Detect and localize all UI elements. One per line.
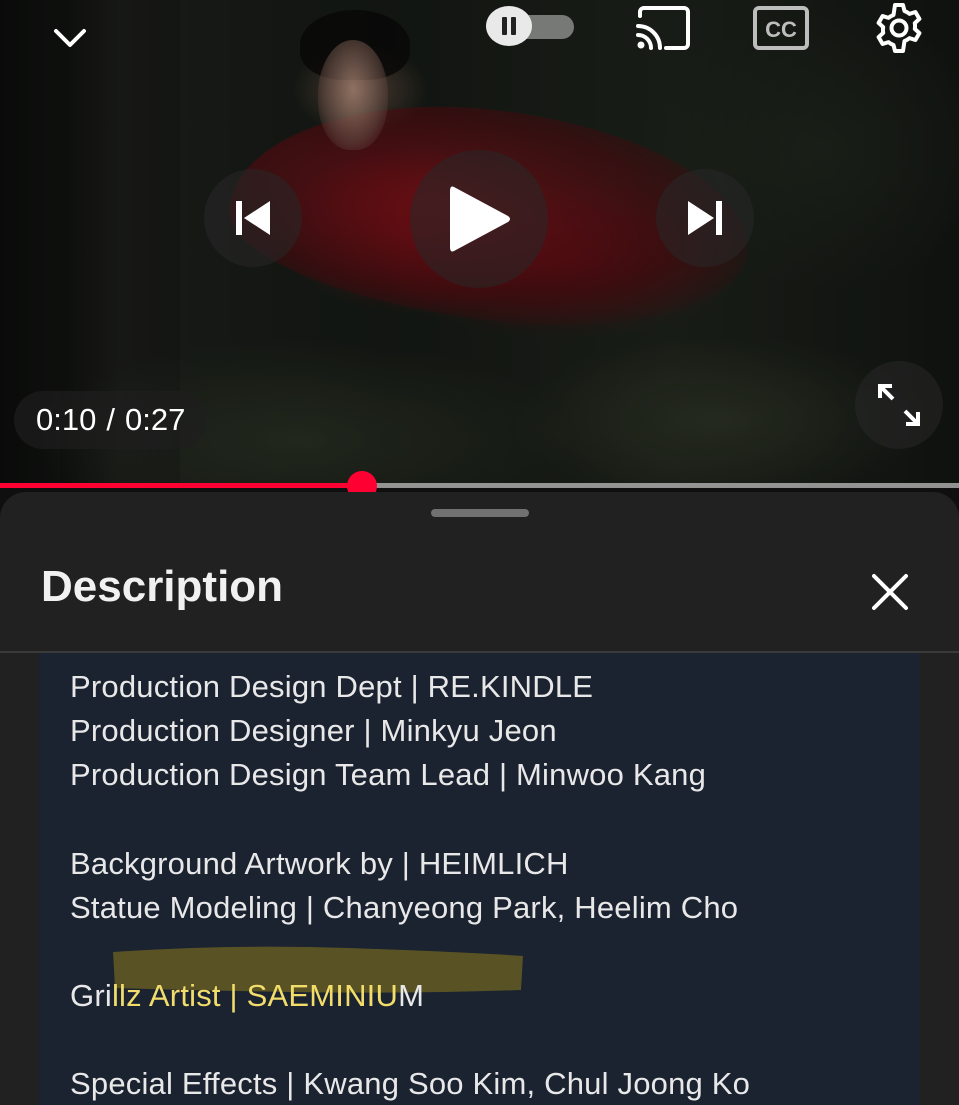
pause-icon xyxy=(502,17,516,35)
drag-handle[interactable] xyxy=(431,509,529,517)
video-player[interactable]: CC 0:10 / 0:27 xyxy=(0,0,959,487)
cast-button[interactable] xyxy=(632,2,694,54)
description-body: Production Design Dept | RE.KINDLE Produ… xyxy=(39,653,920,1105)
credit-line: Production Design Dept | RE.KINDLE xyxy=(70,669,594,704)
settings-button[interactable] xyxy=(868,0,930,56)
chevron-down-icon xyxy=(54,29,86,47)
previous-button[interactable] xyxy=(204,169,302,267)
grillz-highlighted: llz Artist | SAEMINIU xyxy=(111,978,399,1013)
current-time: 0:10 xyxy=(36,402,97,437)
skip-previous-icon xyxy=(236,201,270,235)
play-icon xyxy=(450,186,510,252)
grillz-tail: M xyxy=(398,978,425,1013)
captions-icon: CC xyxy=(753,6,809,50)
play-button[interactable] xyxy=(410,150,548,288)
duration: 0:27 xyxy=(124,402,186,437)
skip-next-icon xyxy=(688,201,722,235)
gear-icon xyxy=(876,3,922,53)
collapse-button[interactable] xyxy=(46,14,94,62)
credit-line-grillz: Grillz Artist | SAEMINIUM xyxy=(70,978,424,1014)
credit-line: Production Design Team Lead | Minwoo Kan… xyxy=(70,757,707,792)
credit-line: Production Designer | Minkyu Jeon xyxy=(70,713,557,748)
progress-bar[interactable] xyxy=(0,471,959,501)
next-button[interactable] xyxy=(656,169,754,267)
time-separator: / xyxy=(106,402,115,437)
captions-button[interactable]: CC xyxy=(750,2,812,54)
autoplay-toggle[interactable] xyxy=(486,6,576,46)
close-button[interactable] xyxy=(860,562,920,622)
credit-line: Statue Modeling | Chanyeong Park, Heelim… xyxy=(70,890,739,925)
panel-title: Description xyxy=(41,562,284,611)
autoplay-knob xyxy=(486,6,532,46)
captions-label: CC xyxy=(765,17,797,42)
cast-icon xyxy=(636,6,690,50)
grillz-lead: Gri xyxy=(70,978,112,1013)
fullscreen-icon xyxy=(878,384,920,426)
credit-line: Background Artwork by | HEIMLICH xyxy=(70,846,569,881)
credit-line: Special Effects | Kwang Soo Kim, Chul Jo… xyxy=(70,1066,751,1101)
progress-played xyxy=(0,483,362,488)
close-icon xyxy=(872,574,908,610)
fullscreen-button[interactable] xyxy=(855,361,943,449)
description-panel: Description Production Design Dept | RE.… xyxy=(0,492,959,1105)
time-display: 0:10 / 0:27 xyxy=(14,391,208,449)
